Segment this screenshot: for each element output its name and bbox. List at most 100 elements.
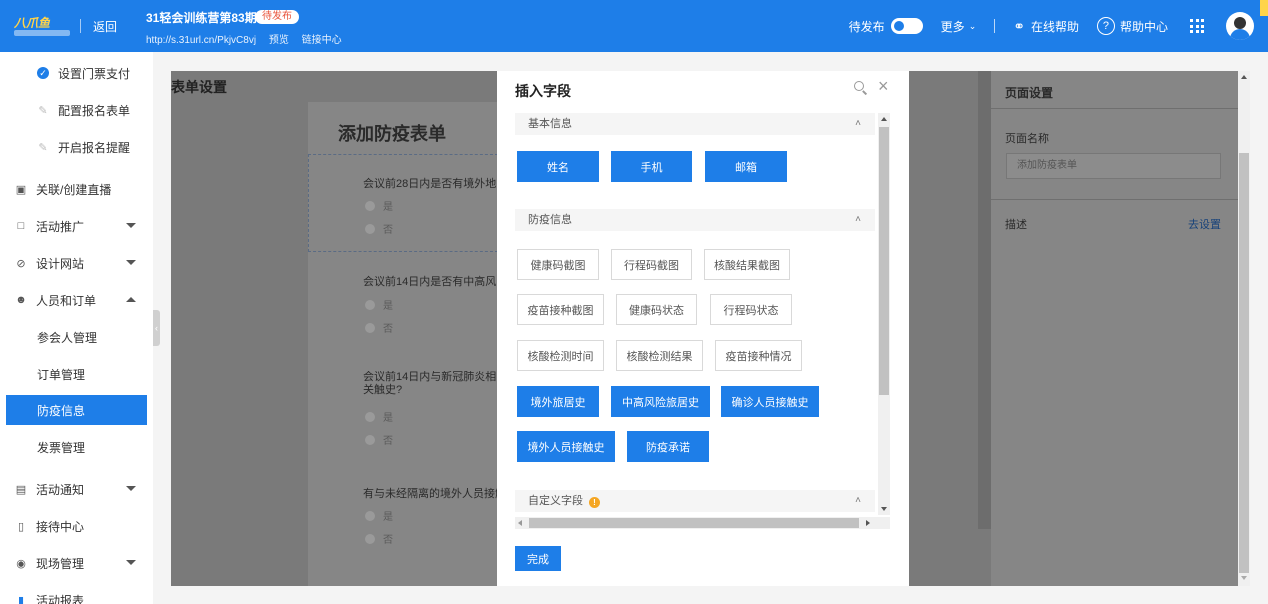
question-3[interactable]: 会议前14日内与新冠肺炎相关触史? <box>363 371 497 399</box>
field-button-nucleic-result-screenshot[interactable]: 核酸结果截图 <box>704 249 790 280</box>
logo[interactable]: 八爪鱼 <box>14 12 70 38</box>
option-label: 是 <box>383 202 393 213</box>
description-settings-link[interactable]: 去设置 <box>1188 216 1221 232</box>
page-scrollbar[interactable] <box>1238 71 1250 586</box>
apps-grid-icon[interactable] <box>1190 19 1204 33</box>
scroll-up-icon[interactable] <box>881 117 887 121</box>
field-button-overseas-contact[interactable]: 境外人员接触史 <box>517 431 615 462</box>
field-button-health-code-status[interactable]: 健康码状态 <box>616 294 697 325</box>
users-icon: ☻ <box>15 294 27 306</box>
sidebar-item-registration-reminder[interactable]: ✎ 开启报名提醒 <box>0 132 153 162</box>
section-custom-header[interactable]: 自定义字段! ˄ <box>515 490 875 512</box>
sidebar-collapse-handle[interactable]: ‹ <box>153 310 160 346</box>
event-url[interactable]: http://s.31url.cn/PkjvC8vj <box>146 35 256 46</box>
field-button-vaccine-screenshot[interactable]: 疫苗接种截图 <box>517 294 604 325</box>
field-button-itinerary-status[interactable]: 行程码状态 <box>710 294 792 325</box>
compass-icon: ⊘ <box>16 257 26 270</box>
sidebar-item-reports[interactable]: ▮ 活动报表 <box>0 585 153 604</box>
field-button-nucleic-test-result[interactable]: 核酸检测结果 <box>616 340 703 371</box>
scroll-left-icon[interactable] <box>518 520 522 526</box>
event-title: 31轻会训练营第83期 <box>146 11 257 25</box>
caret-down-icon <box>126 486 136 491</box>
sidebar-item-ticket-payment[interactable]: ✓ 设置门票支付 <box>0 58 153 88</box>
help-center-button[interactable]: ? 帮助中心 <box>1096 17 1168 35</box>
scroll-thumb[interactable] <box>1239 153 1249 573</box>
editor-scrollbar[interactable] <box>978 71 991 529</box>
top-right-actions: 待发布 更多 ⌄ ⚭ 在线帮助 ? 帮助中心 <box>831 0 1254 52</box>
event-url-row: http://s.31url.cn/PkjvC8vj 预览 链接中心 <box>146 31 352 46</box>
corner-tab[interactable] <box>1260 0 1268 16</box>
field-button-health-code-screenshot[interactable]: 健康码截图 <box>517 249 599 280</box>
radio-option[interactable]: 否 <box>365 320 393 335</box>
sidebar-item-epidemic[interactable]: 防疫信息 <box>6 395 147 425</box>
scroll-thumb[interactable] <box>529 518 859 528</box>
page-name-input[interactable]: 添加防疫表单 <box>1006 153 1221 179</box>
sidebar-item-notifications[interactable]: ▤ 活动通知 <box>0 474 153 504</box>
radio-option[interactable]: 否 <box>365 221 393 236</box>
sidebar-item-reception[interactable]: ▯ 接待中心 <box>0 511 153 541</box>
question-icon: ? <box>1096 17 1115 35</box>
sidebar-item-onsite[interactable]: ◉ 现场管理 <box>0 548 153 578</box>
field-button-phone[interactable]: 手机 <box>611 151 692 182</box>
chevron-up-icon: ˄ <box>855 495 861 506</box>
scroll-right-icon[interactable] <box>866 520 870 526</box>
sidebar-item-label: 活动通知 <box>36 482 85 497</box>
radio-option[interactable]: 否 <box>365 432 393 447</box>
online-help-button[interactable]: ⚭ 在线帮助 <box>1013 18 1079 35</box>
search-icon[interactable] <box>854 81 868 95</box>
scroll-down-icon[interactable] <box>881 507 887 511</box>
preview-link[interactable]: 预览 <box>269 35 289 46</box>
field-button-confirmed-contact[interactable]: 确诊人员接触史 <box>721 386 819 417</box>
more-menu[interactable]: 更多 ⌄ <box>941 18 977 35</box>
sidebar-item-label: 开启报名提醒 <box>58 140 131 155</box>
sidebar-item-registration-form[interactable]: ✎ 配置报名表单 <box>0 95 153 125</box>
field-button-itinerary-screenshot[interactable]: 行程码截图 <box>611 249 692 280</box>
publish-toggle[interactable] <box>890 18 923 34</box>
sidebar-item-people-orders[interactable]: ☻ 人员和订单 <box>0 285 153 315</box>
question-4[interactable]: 有与未经隔离的境外人员接触 <box>363 485 498 501</box>
scroll-thumb[interactable] <box>879 127 889 395</box>
section-basic-header[interactable]: 基本信息 ˄ <box>515 113 875 135</box>
done-button[interactable]: 完成 <box>515 546 561 571</box>
sidebar-item-orders[interactable]: 订单管理 <box>0 359 153 389</box>
link-center-link[interactable]: 链接中心 <box>302 35 342 46</box>
status-badge: 待发布 <box>255 10 299 24</box>
sidebar-item-label: 活动推广 <box>36 219 85 234</box>
sidebar-item-promotion[interactable]: □ 活动推广 <box>0 211 153 241</box>
close-icon[interactable]: × <box>878 77 889 95</box>
field-button-name[interactable]: 姓名 <box>517 151 599 182</box>
option-label: 否 <box>383 324 393 335</box>
modal-vertical-scrollbar[interactable] <box>878 113 890 515</box>
sidebar: ✓ 设置门票支付 ✎ 配置报名表单 ✎ 开启报名提醒 ▣ 关联/创建直播 □ 活… <box>0 52 153 604</box>
radio-option[interactable]: 是 <box>365 508 393 523</box>
bar-chart-icon: ▮ <box>17 594 25 604</box>
field-button-overseas-history[interactable]: 境外旅居史 <box>517 386 599 417</box>
section-epidemic-header[interactable]: 防疫信息 ˄ <box>515 209 875 231</box>
sidebar-item-website[interactable]: ⊘ 设计网站 <box>0 248 153 278</box>
radio-option[interactable]: 是 <box>365 297 393 312</box>
sidebar-item-live[interactable]: ▣ 关联/创建直播 <box>0 174 153 204</box>
description-label: 描述 <box>1005 219 1027 231</box>
sidebar-item-attendees[interactable]: 参会人管理 <box>0 322 153 352</box>
help-center-label: 帮助中心 <box>1119 19 1168 34</box>
sidebar-item-invoices[interactable]: 发票管理 <box>0 432 153 462</box>
question-2[interactable]: 会议前14日内是否有中高风险 <box>363 273 498 289</box>
modal-horizontal-scrollbar[interactable] <box>515 517 890 529</box>
back-link[interactable]: 返回 <box>93 18 117 35</box>
avatar[interactable] <box>1226 12 1254 40</box>
field-button-epidemic-pledge[interactable]: 防疫承诺 <box>627 431 709 462</box>
field-button-high-risk-history[interactable]: 中高风险旅居史 <box>611 386 710 417</box>
radio-option[interactable]: 是 <box>365 409 393 424</box>
radio-option[interactable]: 否 <box>365 531 393 546</box>
radio-option[interactable]: 是 <box>365 198 393 213</box>
field-button-vaccination-status[interactable]: 疫苗接种情况 <box>715 340 802 371</box>
scroll-up-icon[interactable] <box>1241 75 1247 79</box>
radio-icon <box>365 533 375 544</box>
field-button-email[interactable]: 邮箱 <box>705 151 787 182</box>
radio-icon <box>365 434 375 445</box>
scroll-down-icon[interactable] <box>1241 576 1247 580</box>
field-button-nucleic-test-time[interactable]: 核酸检测时间 <box>517 340 604 371</box>
question-1[interactable]: 会议前28日内是否有境外地区 <box>363 175 498 191</box>
divider <box>80 19 81 33</box>
publish-label: 待发布 <box>848 19 885 34</box>
